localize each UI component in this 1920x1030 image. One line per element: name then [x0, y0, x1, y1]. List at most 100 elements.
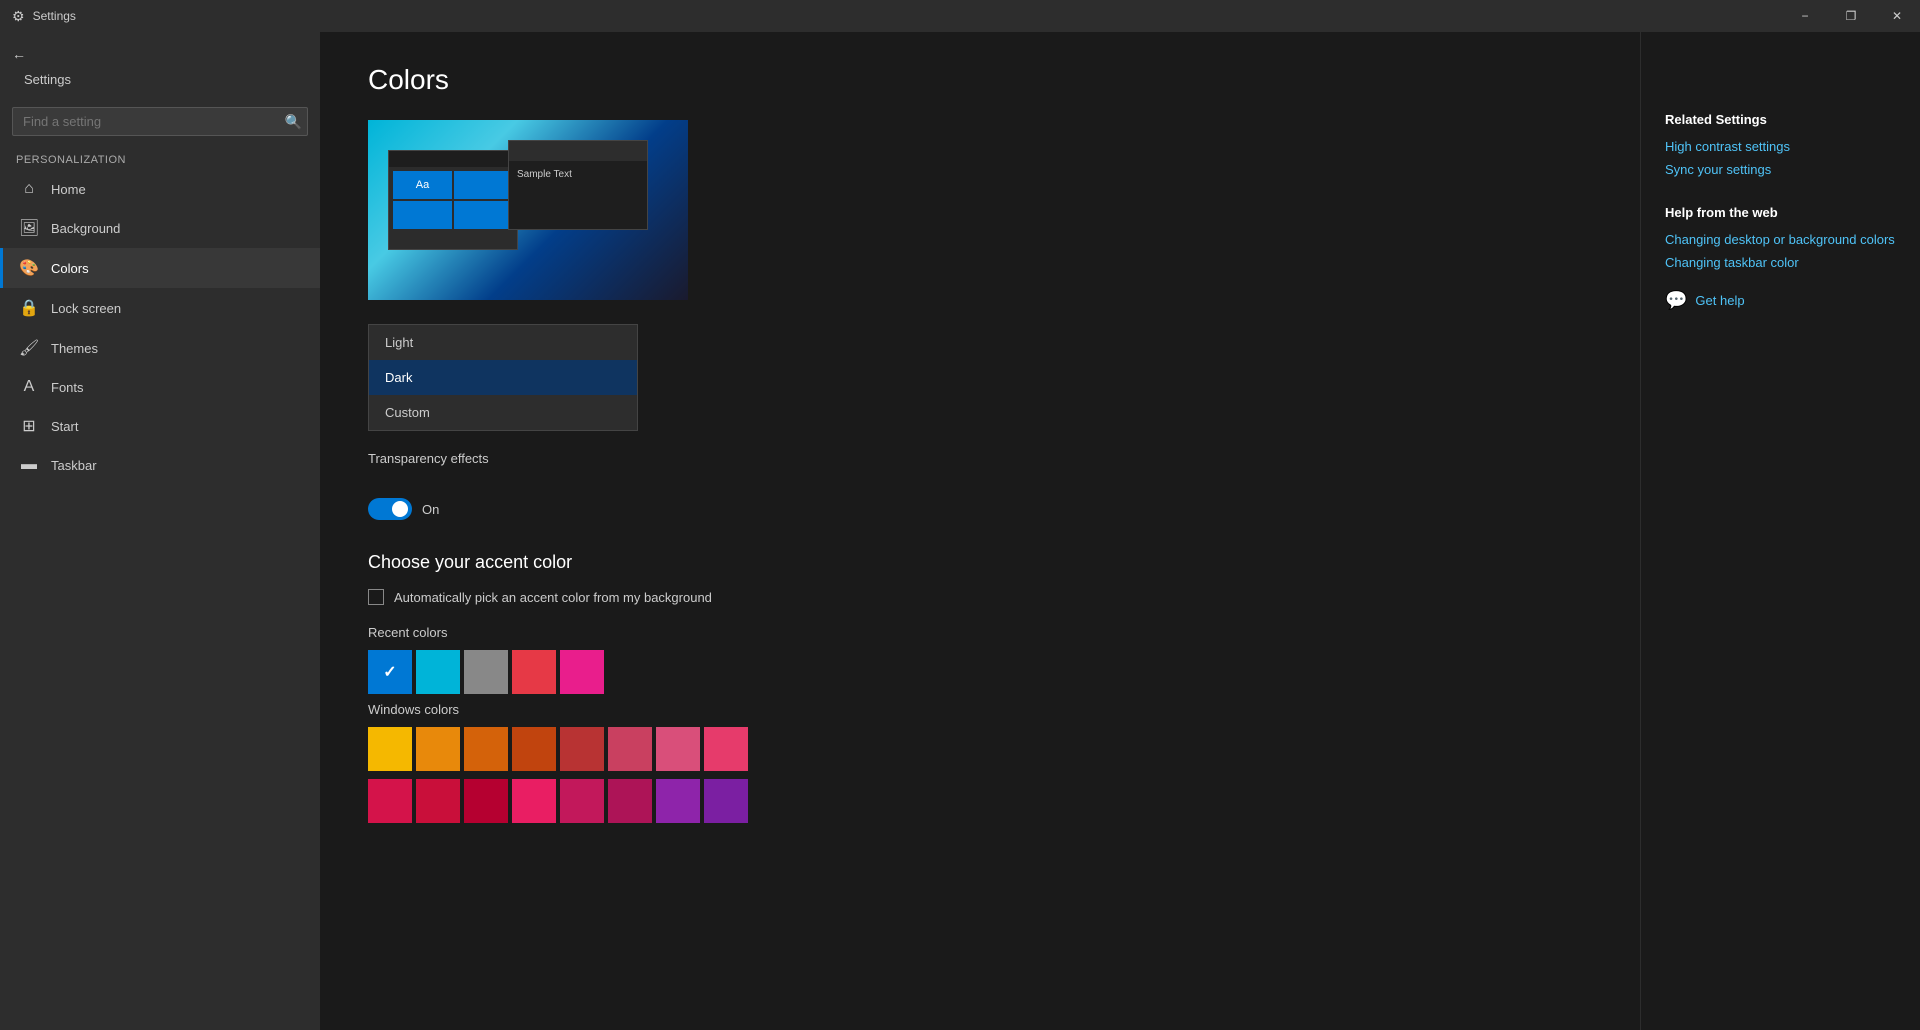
win-color-13[interactable]	[608, 779, 652, 823]
titlebar: ⚙ Settings − ❐ ✕	[0, 0, 1920, 32]
sidebar-item-label-home: Home	[51, 182, 86, 197]
sidebar: ← Settings 🔍 Personalization ⌂ Home 🖼 Ba…	[0, 32, 320, 1030]
preview-tile-3	[454, 201, 513, 229]
win-color-11[interactable]	[512, 779, 556, 823]
recent-swatch-0[interactable]	[368, 650, 412, 694]
sidebar-section-label: Personalization	[0, 144, 320, 170]
preview-text-titlebar	[509, 141, 647, 161]
preview-tile-2	[393, 201, 452, 229]
dropdown-dark[interactable]: Dark	[369, 360, 637, 395]
win-color-7[interactable]	[704, 727, 748, 771]
recent-swatch-2[interactable]	[464, 650, 508, 694]
preview-tile-aa: Aa	[393, 171, 452, 199]
sidebar-item-colors[interactable]: 🎨 Colors	[0, 248, 320, 288]
recent-colors-row	[368, 650, 1592, 694]
preview-start-menu: Aa	[388, 150, 518, 250]
back-icon: ←	[12, 46, 26, 62]
sidebar-item-themes[interactable]: 🖌 Themes	[0, 328, 320, 368]
high-contrast-link[interactable]: High contrast settings	[1665, 139, 1896, 154]
change-desktop-link[interactable]: Changing desktop or background colors	[1665, 232, 1896, 247]
win-color-0[interactable]	[368, 727, 412, 771]
windows-colors-label: Windows colors	[368, 702, 1592, 717]
dropdown-light[interactable]: Light	[369, 325, 637, 360]
maximize-button[interactable]: ❐	[1828, 0, 1874, 32]
transparency-status: On	[422, 502, 439, 517]
recent-colors-label: Recent colors	[368, 625, 1592, 640]
win-color-8[interactable]	[368, 779, 412, 823]
app-title: Settings	[0, 68, 320, 99]
preview-text-window: Sample Text	[508, 140, 648, 230]
start-icon: ⊞	[19, 416, 39, 436]
sidebar-item-label-taskbar: Taskbar	[51, 458, 97, 473]
win-color-12[interactable]	[560, 779, 604, 823]
win-color-6[interactable]	[656, 727, 700, 771]
search-input[interactable]	[12, 107, 308, 136]
sidebar-item-background[interactable]: 🖼 Background	[0, 208, 320, 248]
titlebar-title: Settings	[33, 9, 76, 23]
recent-swatch-4[interactable]	[560, 650, 604, 694]
win-color-15[interactable]	[704, 779, 748, 823]
get-help-icon: 💬	[1665, 290, 1687, 311]
accent-section-title: Choose your accent color	[368, 552, 1592, 573]
win-color-5[interactable]	[608, 727, 652, 771]
win-color-3[interactable]	[512, 727, 556, 771]
toggle-knob	[392, 501, 408, 517]
get-help-row[interactable]: 💬 Get help	[1665, 290, 1896, 311]
win-color-1[interactable]	[416, 727, 460, 771]
mode-dropdown[interactable]: Light Dark Custom	[368, 324, 638, 431]
win-color-14[interactable]	[656, 779, 700, 823]
preview-tiles: Aa	[389, 167, 517, 233]
transparency-label: Transparency effects	[368, 451, 489, 466]
transparency-toggle[interactable]	[368, 498, 412, 520]
search-button[interactable]: 🔍	[285, 113, 302, 130]
get-help-link[interactable]: Get help	[1695, 293, 1744, 308]
color-preview: Aa Sample Text	[368, 120, 688, 300]
help-title: Help from the web	[1665, 205, 1896, 220]
preview-text-content: Sample Text	[509, 161, 647, 188]
sidebar-item-label-background: Background	[51, 221, 120, 236]
dropdown-custom[interactable]: Custom	[369, 395, 637, 430]
transparency-row: Transparency effects	[368, 451, 1592, 466]
home-icon: ⌂	[19, 180, 39, 198]
change-taskbar-link[interactable]: Changing taskbar color	[1665, 255, 1896, 270]
sidebar-item-label-colors: Colors	[51, 261, 89, 276]
preview-tile-1	[454, 171, 513, 199]
windows-colors-row1	[368, 727, 1592, 771]
sidebar-item-home[interactable]: ⌂ Home	[0, 170, 320, 208]
right-panel: Related Settings High contrast settings …	[1640, 32, 1920, 1030]
windows-colors-row2	[368, 779, 1592, 823]
close-button[interactable]: ✕	[1874, 0, 1920, 32]
sidebar-item-taskbar[interactable]: ▬ Taskbar	[0, 446, 320, 484]
sidebar-item-label-lock: Lock screen	[51, 301, 121, 316]
page-title: Colors	[368, 64, 1592, 96]
sync-settings-link[interactable]: Sync your settings	[1665, 162, 1896, 177]
sidebar-item-fonts[interactable]: A Fonts	[0, 368, 320, 406]
minimize-button[interactable]: −	[1782, 0, 1828, 32]
related-settings-title: Related Settings	[1665, 112, 1896, 127]
sidebar-item-label-themes: Themes	[51, 341, 98, 356]
lock-icon: 🔒	[19, 298, 39, 318]
auto-accent-label: Automatically pick an accent color from …	[394, 590, 712, 605]
sidebar-back-button[interactable]: ←	[0, 40, 320, 68]
win-color-9[interactable]	[416, 779, 460, 823]
win-color-2[interactable]	[464, 727, 508, 771]
window-controls: − ❐ ✕	[1782, 0, 1920, 32]
search-box: 🔍	[12, 107, 308, 136]
main-content: Colors Aa Sample Text Light	[320, 32, 1640, 1030]
recent-swatch-3[interactable]	[512, 650, 556, 694]
app-body: ← Settings 🔍 Personalization ⌂ Home 🖼 Ba…	[0, 32, 1920, 1030]
taskbar-icon: ▬	[19, 456, 39, 474]
recent-swatch-1[interactable]	[416, 650, 460, 694]
colors-icon: 🎨	[19, 258, 39, 278]
background-icon: 🖼	[19, 218, 39, 238]
auto-accent-row: Automatically pick an accent color from …	[368, 589, 1592, 605]
sidebar-item-label-fonts: Fonts	[51, 380, 84, 395]
transparency-toggle-container: On	[368, 498, 1592, 520]
settings-icon: ⚙	[12, 8, 25, 25]
win-color-10[interactable]	[464, 779, 508, 823]
sidebar-item-start[interactable]: ⊞ Start	[0, 406, 320, 446]
win-color-4[interactable]	[560, 727, 604, 771]
auto-accent-checkbox[interactable]	[368, 589, 384, 605]
sidebar-item-lock-screen[interactable]: 🔒 Lock screen	[0, 288, 320, 328]
fonts-icon: A	[19, 378, 39, 396]
